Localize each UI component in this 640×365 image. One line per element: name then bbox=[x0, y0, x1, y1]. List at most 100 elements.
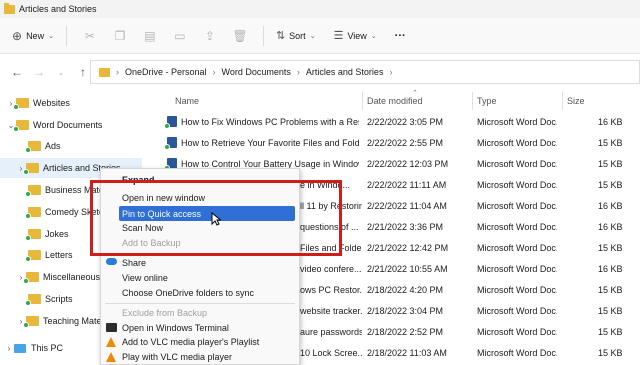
file-type: Microsoft Word Doc... bbox=[477, 243, 557, 253]
file-size: 15 KB bbox=[598, 306, 623, 316]
folder-icon bbox=[23, 316, 39, 328]
column-header-type[interactable]: Type bbox=[477, 96, 497, 106]
window-title: Articles and Stories bbox=[19, 4, 97, 14]
folder-icon bbox=[25, 185, 41, 197]
file-name: questions of ... bbox=[300, 222, 359, 232]
sort-icon: ⇅ bbox=[275, 30, 286, 42]
toolbar-divider bbox=[262, 25, 264, 46]
cut-icon[interactable]: ✂ bbox=[75, 29, 105, 43]
file-name: 10 Lock Scree... bbox=[300, 348, 362, 358]
file-date: 2/22/2022 11:04 AM bbox=[367, 201, 447, 211]
nav-item-word-documents[interactable]: ⌄ Word Documents bbox=[0, 115, 142, 135]
new-label: New bbox=[26, 30, 45, 41]
menu-item-expand[interactable]: Expand bbox=[101, 172, 299, 187]
file-size: 16 KB bbox=[598, 264, 623, 274]
nav-item-label: Letters bbox=[45, 250, 73, 260]
file-name: e in Windo... bbox=[300, 180, 351, 190]
file-name: ll 11 by Restorin... bbox=[300, 201, 362, 211]
delete-icon[interactable]: 🗑 bbox=[225, 29, 255, 43]
column-header-date[interactable]: Date modified bbox=[367, 96, 423, 106]
file-date: 2/18/2022 3:04 PM bbox=[367, 306, 444, 316]
rename-icon[interactable]: ▭ bbox=[165, 29, 195, 43]
command-bar: ⊕ New ⌄ ✂ ❐ ▤ ▭ ⇪ 🗑 ⇅ Sort ⌄ ☰ View ⌄ ··… bbox=[0, 18, 640, 54]
chevron-down-icon: ⌄ bbox=[309, 32, 316, 40]
mouse-cursor-icon bbox=[211, 212, 221, 226]
copy-icon[interactable]: ❐ bbox=[105, 29, 135, 43]
sort-button[interactable]: ⇅ Sort ⌄ bbox=[272, 24, 320, 48]
nav-item-label: This PC bbox=[31, 343, 64, 353]
chevron-down-icon: ⌄ bbox=[370, 32, 377, 40]
file-size: 15 KB bbox=[598, 159, 623, 169]
file-row[interactable]: How to Fix Windows PC Problems with a Re… bbox=[150, 112, 640, 132]
column-divider bbox=[472, 92, 473, 110]
menu-item-choose-folders-sync[interactable]: Choose OneDrive folders to sync bbox=[101, 285, 299, 300]
nav-item-websites[interactable]: › Websites bbox=[0, 93, 142, 113]
view-button[interactable]: ☰ View ⌄ bbox=[330, 24, 381, 48]
menu-item-play-vlc[interactable]: Play with VLC media player bbox=[101, 349, 299, 364]
file-date: 2/18/2022 2:52 PM bbox=[367, 327, 444, 337]
share-icon[interactable]: ⇪ bbox=[195, 29, 225, 43]
nav-item-ads[interactable]: Ads bbox=[0, 136, 142, 156]
file-date: 2/22/2022 12:03 PM bbox=[367, 159, 449, 169]
file-date: 2/18/2022 4:20 PM bbox=[367, 285, 444, 295]
nav-item-label: Comedy Sketch bbox=[45, 207, 109, 217]
file-name: How to Retrieve Your Favorite Files and … bbox=[181, 138, 359, 148]
more-options-button[interactable]: ··· bbox=[391, 24, 410, 48]
file-type: Microsoft Word Doc... bbox=[477, 264, 557, 274]
menu-item-share[interactable]: Share bbox=[101, 255, 299, 270]
menu-item-add-vlc-playlist[interactable]: Add to VLC media player's Playlist bbox=[101, 334, 299, 349]
file-size: 15 KB bbox=[598, 285, 623, 295]
file-row[interactable]: How to Retrieve Your Favorite Files and … bbox=[150, 133, 640, 153]
file-size: 15 KB bbox=[598, 348, 623, 358]
file-name: How to Fix Windows PC Problems with a Re… bbox=[181, 117, 359, 127]
plus-circle-icon: ⊕ bbox=[12, 28, 23, 43]
chevron-right-icon: › bbox=[116, 67, 119, 77]
address-bar[interactable]: › OneDrive - Personal › Word Documents ›… bbox=[90, 60, 640, 84]
menu-item-exclude-backup: Exclude from Backup bbox=[122, 307, 208, 318]
new-button[interactable]: ⊕ New ⌄ bbox=[8, 24, 58, 48]
folder-icon bbox=[25, 250, 41, 262]
file-type: Microsoft Word Doc... bbox=[477, 117, 557, 127]
column-divider bbox=[562, 92, 563, 110]
menu-item-pin-quick-access[interactable]: Pin to Quick access bbox=[119, 206, 295, 221]
file-size: 16 KB bbox=[598, 117, 623, 127]
folder-icon bbox=[4, 2, 15, 14]
file-date: 2/21/2022 3:36 PM bbox=[367, 222, 444, 232]
file-date: 2/22/2022 11:11 AM bbox=[367, 180, 447, 190]
chevron-right-icon[interactable]: › bbox=[4, 344, 14, 353]
folder-icon bbox=[25, 207, 41, 219]
column-header-name[interactable]: Name bbox=[175, 96, 199, 106]
sort-caret-icon: ⌃ bbox=[412, 90, 418, 97]
file-size: 16 KB bbox=[598, 201, 623, 211]
nav-item-label: Teaching Materi bbox=[43, 316, 107, 326]
chevron-right-icon: › bbox=[296, 67, 300, 77]
breadcrumb-item[interactable]: Word Documents bbox=[222, 67, 291, 77]
back-arrow-icon[interactable]: ← bbox=[6, 65, 28, 79]
file-type: Microsoft Word Doc... bbox=[477, 285, 557, 295]
file-size: 15 KB bbox=[598, 327, 623, 337]
nav-item-label: Miscellaneous bbox=[43, 272, 101, 282]
folder-icon bbox=[13, 98, 29, 110]
menu-divider bbox=[105, 303, 295, 304]
menu-item-view-online[interactable]: View online bbox=[101, 270, 299, 285]
folder-icon bbox=[23, 163, 39, 175]
breadcrumb-item[interactable]: Articles and Stories bbox=[306, 67, 384, 77]
menu-item-open-terminal[interactable]: Open in Windows Terminal bbox=[101, 320, 299, 335]
title-bar: Articles and Stories bbox=[0, 0, 640, 18]
file-name: website tracker... bbox=[300, 306, 362, 316]
forward-arrow-icon[interactable]: → bbox=[28, 65, 50, 79]
menu-item-open-new-window[interactable]: Open in new window bbox=[101, 190, 299, 205]
folder-icon bbox=[13, 120, 29, 132]
navigation-row: ← → ⌄ ↑ › OneDrive - Personal › Word Doc… bbox=[0, 54, 640, 90]
sort-label: Sort bbox=[289, 30, 306, 41]
column-header-size[interactable]: Size bbox=[567, 96, 585, 106]
file-type: Microsoft Word Doc... bbox=[477, 138, 557, 148]
breadcrumb-item[interactable]: OneDrive - Personal bbox=[125, 67, 207, 77]
paste-icon[interactable]: ▤ bbox=[135, 29, 165, 43]
folder-icon bbox=[25, 229, 41, 241]
nav-item-label: Word Documents bbox=[33, 120, 103, 130]
view-icon: ☰ bbox=[333, 30, 344, 42]
recent-chevron-icon[interactable]: ⌄ bbox=[50, 68, 72, 77]
menu-item-scan-now[interactable]: Scan Now bbox=[101, 220, 299, 235]
file-type: Microsoft Word Doc... bbox=[477, 348, 557, 358]
